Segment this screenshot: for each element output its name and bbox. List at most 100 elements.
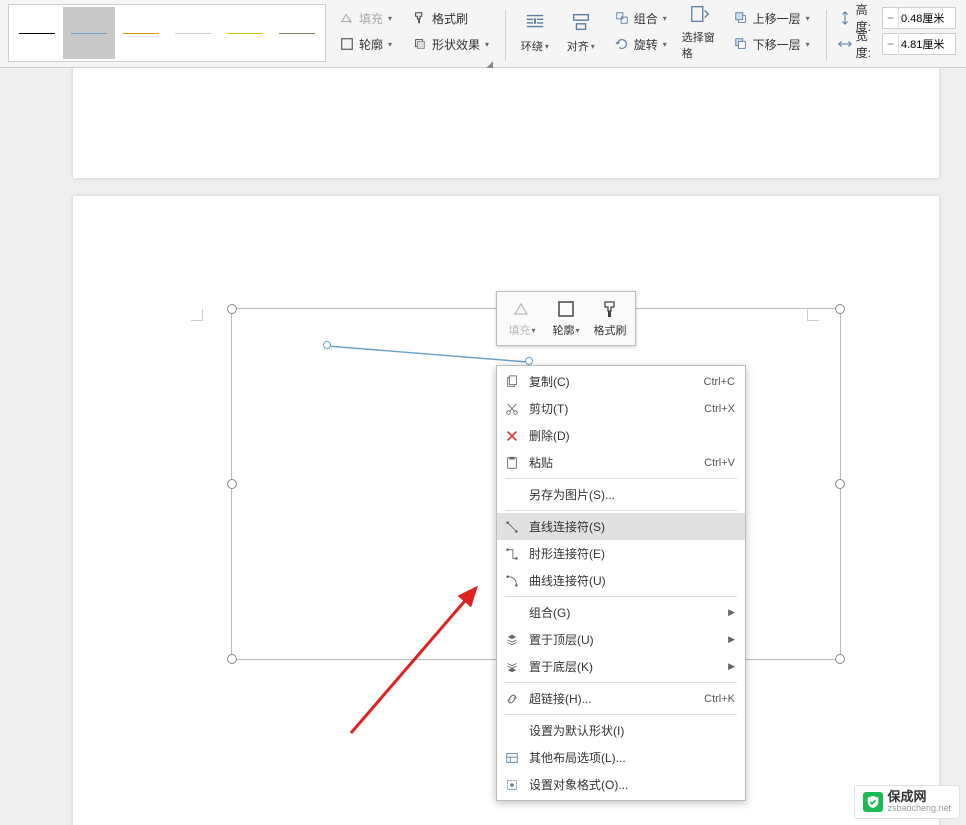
width-label: 宽度:: [856, 27, 878, 61]
submenu-arrow-icon: ▶: [728, 607, 735, 618]
shape-effects-icon: [412, 36, 428, 52]
ctx-copy[interactable]: 复制(C) Ctrl+C: [497, 368, 745, 395]
mini-fill-label: 填充: [508, 322, 530, 338]
ctx-format-object[interactable]: 设置对象格式(O)...: [497, 771, 745, 798]
format-painter-button[interactable]: 格式刷: [406, 6, 495, 30]
width-decrement[interactable]: −: [883, 33, 899, 55]
mini-fill-button: 填充▾: [501, 296, 543, 341]
ctx-paste[interactable]: 粘贴 Ctrl+V: [497, 449, 745, 476]
rotate-button[interactable]: 旋转 ▾: [608, 32, 673, 56]
ctx-group[interactable]: 组合(G) ▶: [497, 599, 745, 626]
line-style-blue[interactable]: [63, 7, 115, 59]
ctx-other-layout[interactable]: 其他布局选项(L)...: [497, 744, 745, 771]
submenu-arrow-icon: ▶: [728, 634, 735, 645]
watermark-shield-icon: [863, 792, 883, 812]
mini-outline-button[interactable]: 轮廓▾: [545, 296, 587, 341]
width-input[interactable]: [899, 38, 955, 50]
line-style-orange[interactable]: [115, 7, 167, 59]
format-painter-icon: [599, 299, 621, 319]
ctx-send-to-back[interactable]: 置于底层(K) ▶: [497, 653, 745, 680]
resize-handle-mr[interactable]: [835, 479, 845, 489]
connector-endpoint-start[interactable]: [323, 341, 331, 349]
dropdown-caret-icon: ▾: [388, 40, 392, 49]
ctx-hyperlink[interactable]: 超链接(H)... Ctrl+K: [497, 685, 745, 712]
ctx-delete[interactable]: 删除(D): [497, 422, 745, 449]
line-style-olive[interactable]: [271, 7, 323, 59]
elbow-connector-icon: [503, 545, 521, 563]
height-input[interactable]: [899, 12, 955, 24]
layout-icon: [503, 749, 521, 767]
mini-format-painter-button[interactable]: 格式刷: [589, 296, 631, 341]
ctx-cut[interactable]: 剪切(T) Ctrl+X: [497, 395, 745, 422]
document-canvas[interactable]: 填充▾ 轮廓▾ 格式刷 复制(C) Ctrl+C 剪切(T) Ctrl+X: [0, 68, 966, 825]
resize-handle-tl[interactable]: [227, 304, 237, 314]
align-button[interactable]: 对齐▾: [561, 4, 601, 60]
ctx-cut-label: 剪切(T): [529, 400, 696, 417]
watermark: 保成网 zsbaocheng.net: [854, 785, 960, 819]
align-icon: [569, 10, 593, 34]
ctx-cut-shortcut: Ctrl+X: [704, 403, 735, 415]
outline-button[interactable]: 轮廓 ▾: [333, 32, 398, 56]
ctx-hyperlink-shortcut: Ctrl+K: [704, 693, 735, 705]
ribbon-toolbar: 填充 ▾ 轮廓 ▾ 格式刷 形状效果 ▾ ◢: [0, 0, 966, 68]
dropdown-caret-icon: ▾: [806, 40, 810, 49]
connector-endpoint-end[interactable]: [525, 357, 533, 365]
line-style-gray[interactable]: [167, 7, 219, 59]
connector-line-shape[interactable]: [323, 344, 533, 364]
ctx-straight-connector-label: 直线连接符(S): [529, 518, 735, 535]
curved-connector-icon: [503, 572, 521, 590]
ctx-set-as-default[interactable]: 设置为默认形状(I): [497, 717, 745, 744]
ctx-bring-to-front[interactable]: 置于顶层(U) ▶: [497, 626, 745, 653]
dropdown-caret-icon: ▾: [388, 14, 392, 23]
line-style-black[interactable]: [11, 7, 63, 59]
ctx-separator: [505, 478, 737, 479]
ctx-curved-connector[interactable]: 曲线连接符(U): [497, 567, 745, 594]
bring-to-front-icon: [503, 631, 521, 649]
dropdown-caret-icon: ▾: [663, 40, 667, 49]
bring-forward-button[interactable]: 上移一层 ▾: [727, 6, 816, 30]
ctx-group-label: 组合(G): [529, 604, 720, 621]
bring-forward-icon: [733, 10, 749, 26]
resize-handle-tr[interactable]: [835, 304, 845, 314]
ctx-separator: [505, 510, 737, 511]
send-backward-button[interactable]: 下移一层 ▾: [727, 32, 816, 56]
group-icon: [614, 10, 630, 26]
bring-forward-label: 上移一层: [753, 10, 801, 27]
ctx-paste-shortcut: Ctrl+V: [704, 457, 735, 469]
page-1-bottom[interactable]: [73, 68, 939, 178]
ribbon-order-group: 上移一层 ▾ 下移一层 ▾: [726, 4, 817, 67]
ctx-hyperlink-label: 超链接(H)...: [529, 690, 696, 707]
context-menu: 复制(C) Ctrl+C 剪切(T) Ctrl+X 删除(D) 粘贴 Ctrl+…: [496, 365, 746, 801]
dimensions-group: 高度: − 宽度: −: [836, 4, 958, 67]
height-decrement[interactable]: −: [883, 7, 899, 29]
resize-handle-br[interactable]: [835, 654, 845, 664]
wrap-label: 环绕: [521, 38, 543, 54]
format-object-icon: [503, 776, 521, 794]
send-backward-icon: [733, 36, 749, 52]
line-style-gallery: [8, 4, 326, 62]
group-label: 组合: [634, 10, 658, 27]
group-button[interactable]: 组合 ▾: [608, 6, 673, 30]
wrap-button[interactable]: 环绕▾: [515, 4, 555, 60]
ctx-elbow-connector[interactable]: 肘形连接符(E): [497, 540, 745, 567]
straight-connector-icon: [503, 518, 521, 536]
ctx-straight-connector[interactable]: 直线连接符(S): [497, 513, 745, 540]
ctx-paste-label: 粘贴: [529, 454, 696, 471]
wrap-icon: [523, 10, 547, 34]
submenu-arrow-icon: ▶: [728, 661, 735, 672]
shape-effects-button[interactable]: 形状效果 ▾: [406, 32, 495, 56]
resize-handle-ml[interactable]: [227, 479, 237, 489]
mini-format-painter-label: 格式刷: [594, 322, 627, 338]
dropdown-caret-icon: ▾: [485, 40, 489, 49]
ctx-save-as-picture[interactable]: 另存为图片(S)...: [497, 481, 745, 508]
resize-handle-bl[interactable]: [227, 654, 237, 664]
margin-mark-top-left: [183, 301, 203, 321]
line-style-yellow[interactable]: [219, 7, 271, 59]
selection-pane-button[interactable]: 选择窗格: [680, 4, 720, 60]
dropdown-caret-icon: ▾: [806, 14, 810, 23]
ctx-separator: [505, 682, 737, 683]
send-to-back-icon: [503, 658, 521, 676]
outline-label: 轮廓: [359, 36, 383, 53]
ctx-send-to-back-label: 置于底层(K): [529, 658, 720, 675]
ctx-copy-shortcut: Ctrl+C: [704, 376, 735, 388]
